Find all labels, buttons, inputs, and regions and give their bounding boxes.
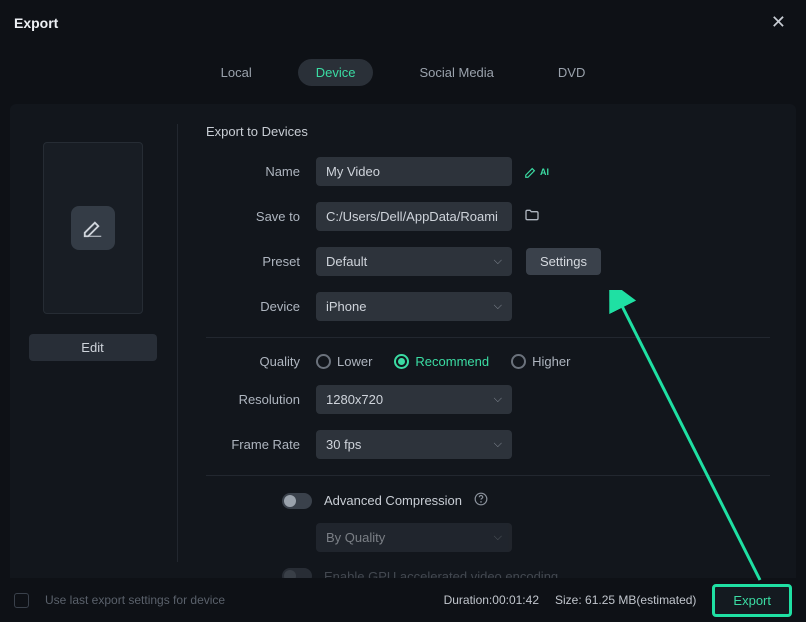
- export-button[interactable]: Export: [712, 584, 792, 617]
- radio-icon: [511, 354, 526, 369]
- name-label: Name: [206, 164, 316, 179]
- resolution-select[interactable]: 1280x720 ⌵: [316, 385, 512, 414]
- settings-button[interactable]: Settings: [526, 248, 601, 275]
- quality-higher-label: Higher: [532, 354, 570, 369]
- help-icon[interactable]: [474, 492, 488, 509]
- use-last-settings-checkbox[interactable]: [14, 593, 29, 608]
- close-icon[interactable]: ✕: [765, 10, 792, 35]
- tab-dvd[interactable]: DVD: [540, 59, 603, 86]
- resolution-label: Resolution: [206, 392, 316, 407]
- tab-device[interactable]: Device: [298, 59, 374, 86]
- size-info: Size: 61.25 MB(estimated): [555, 593, 696, 607]
- tab-local[interactable]: Local: [203, 59, 270, 86]
- browse-folder-icon[interactable]: [524, 207, 540, 226]
- compression-mode-select: By Quality ⌵: [316, 523, 512, 552]
- tab-bar: Local Device Social Media DVD: [0, 59, 806, 86]
- preset-label: Preset: [206, 254, 316, 269]
- quality-recommend-radio[interactable]: Recommend: [394, 354, 489, 369]
- device-label: Device: [206, 299, 316, 314]
- edit-icon: [71, 206, 115, 250]
- saveto-label: Save to: [206, 209, 316, 224]
- quality-lower-radio[interactable]: Lower: [316, 354, 372, 369]
- use-last-settings-label: Use last export settings for device: [45, 593, 225, 607]
- radio-icon: [316, 354, 331, 369]
- quality-higher-radio[interactable]: Higher: [511, 354, 570, 369]
- tab-social[interactable]: Social Media: [401, 59, 511, 86]
- framerate-value: 30 fps: [326, 437, 361, 452]
- divider: [206, 475, 770, 476]
- ai-rename-button[interactable]: AI: [524, 165, 549, 179]
- quality-lower-label: Lower: [337, 354, 372, 369]
- divider: [206, 337, 770, 338]
- chevron-down-icon: ⌵: [494, 438, 502, 451]
- preset-value: Default: [326, 254, 367, 269]
- resolution-value: 1280x720: [326, 392, 383, 407]
- saveto-input[interactable]: [316, 202, 512, 231]
- advanced-compression-toggle[interactable]: [282, 493, 312, 509]
- chevron-down-icon: ⌵: [494, 531, 502, 544]
- radio-icon: [394, 354, 409, 369]
- device-select[interactable]: iPhone ⌵: [316, 292, 512, 321]
- ai-label: AI: [540, 167, 549, 177]
- chevron-down-icon: ⌵: [494, 300, 502, 313]
- quality-recommend-label: Recommend: [415, 354, 489, 369]
- advanced-compression-label: Advanced Compression: [324, 493, 462, 508]
- edit-button[interactable]: Edit: [29, 334, 157, 361]
- section-title: Export to Devices: [206, 124, 770, 139]
- duration-info: Duration:00:01:42: [444, 593, 539, 607]
- compression-mode-value: By Quality: [326, 530, 385, 545]
- preset-select[interactable]: Default ⌵: [316, 247, 512, 276]
- chevron-down-icon: ⌵: [494, 393, 502, 406]
- framerate-label: Frame Rate: [206, 437, 316, 452]
- chevron-down-icon: ⌵: [494, 255, 502, 268]
- preview-thumbnail: [43, 142, 143, 314]
- device-value: iPhone: [326, 299, 366, 314]
- quality-label: Quality: [206, 354, 316, 369]
- name-input[interactable]: [316, 157, 512, 186]
- framerate-select[interactable]: 30 fps ⌵: [316, 430, 512, 459]
- window-title: Export: [14, 15, 58, 31]
